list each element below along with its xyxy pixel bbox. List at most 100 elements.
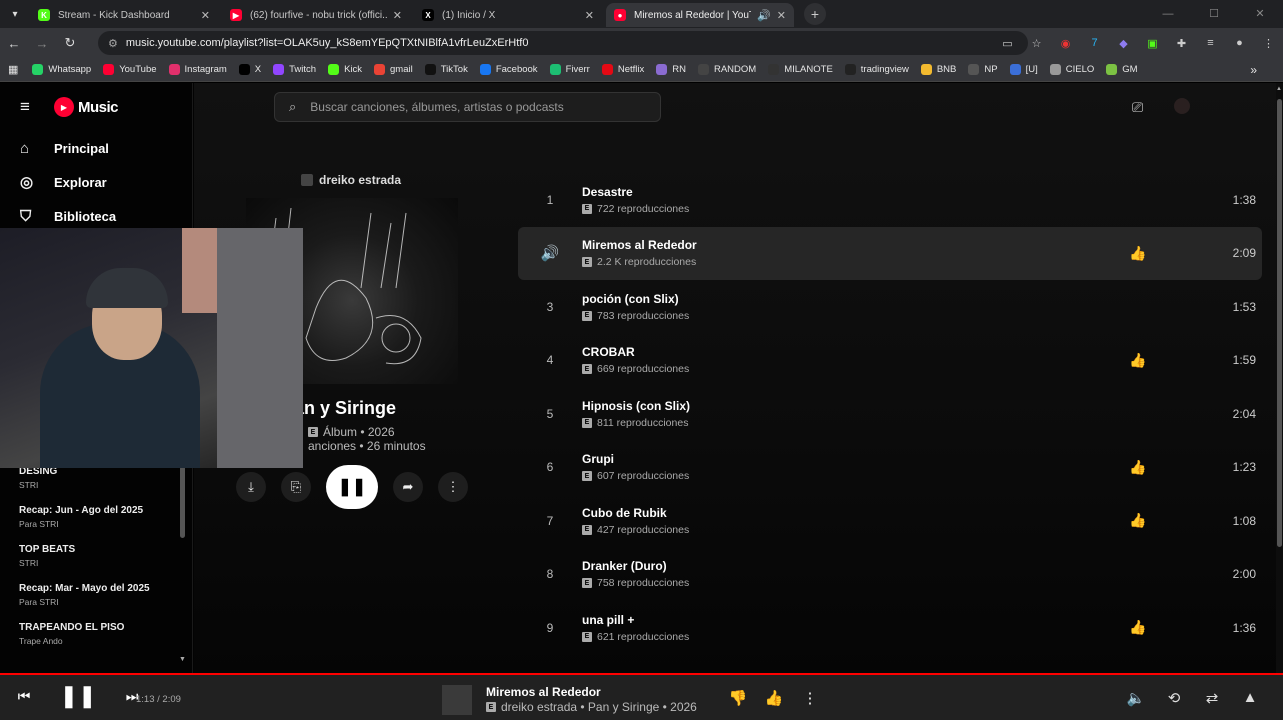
dislike-button[interactable]: 👎	[720, 689, 756, 707]
site-info-icon[interactable]: ⚙	[108, 37, 118, 50]
track-row[interactable]: 6 Grupi E 607 reproducciones 👍 1:23	[518, 441, 1262, 495]
media-controls-icon[interactable]: ≡	[1196, 37, 1225, 49]
tab-search-button[interactable]: ▾	[0, 0, 30, 28]
more-options-button[interactable]: ⋮	[792, 689, 828, 707]
bookmark-cielo[interactable]: CIELO	[1049, 64, 1094, 75]
expand-player-icon[interactable]: ▲	[1231, 689, 1269, 707]
now-playing-title[interactable]: Miremos al Rededor	[486, 685, 601, 699]
like-button[interactable]: 👍	[756, 689, 792, 707]
new-tab-button[interactable]: +	[804, 3, 826, 25]
bookmark-tiktok[interactable]: TikTok	[424, 64, 468, 75]
bookmark-milanote[interactable]: MILANOTE	[768, 64, 833, 75]
extension-purple-icon[interactable]: ◆	[1109, 37, 1138, 50]
track-row[interactable]: 5 Hipnosis (con Slix) E 811 reproducciones 2…	[518, 387, 1262, 441]
tab-close-icon[interactable]: ✕	[201, 9, 210, 22]
track-title[interactable]: CROBAR	[582, 345, 1124, 359]
track-row[interactable]: 9 una pill + E 621 reproducciones 👍 1:36	[518, 601, 1262, 655]
track-row[interactable]: 8 Dranker (Duro) E 758 reproducciones 2:00	[518, 548, 1262, 602]
track-row[interactable]: 7 Cubo de Rubik E 427 reproducciones 👍 1:08	[518, 494, 1262, 548]
track-row[interactable]: 🔊 Miremos al Rededor E 2.2 K reproducciones…	[518, 226, 1262, 280]
profile-avatar-icon[interactable]: ●	[1225, 37, 1254, 49]
previous-track-button[interactable]: ⏮	[12, 688, 36, 705]
now-playing-thumbnail[interactable]	[442, 685, 472, 715]
sidebar-item-explorar[interactable]: ◎ Explorar	[0, 165, 192, 199]
bookmark-whatsapp[interactable]: Whatsapp	[32, 64, 91, 75]
reload-button[interactable]: ↻	[56, 35, 84, 51]
sidebar-item-principal[interactable]: ⌂ Principal	[0, 131, 192, 165]
scroll-down-arrow-icon[interactable]: ▼	[179, 656, 186, 663]
track-row[interactable]: 1 Desastre E 722 reproducciones 1:38	[518, 173, 1262, 227]
bookmark-u[interactable]: [U]	[1009, 64, 1038, 75]
maximize-button[interactable]: ☐	[1191, 0, 1237, 28]
avatar[interactable]	[1174, 98, 1190, 114]
tab-close-icon[interactable]: ✕	[777, 9, 786, 22]
url-field[interactable]: ⚙ music.youtube.com/playlist?list=OLAK5u…	[98, 31, 1028, 55]
bookmark-tradingview[interactable]: tradingview	[844, 64, 909, 75]
track-like-icon[interactable]: 👍	[1124, 459, 1152, 476]
bookmark-gmail[interactable]: gmail	[374, 64, 413, 75]
volume-icon[interactable]: 🔈	[1117, 689, 1155, 707]
track-title[interactable]: poción (con Slix)	[582, 292, 1124, 306]
tab-audio-icon[interactable]: 🔊	[757, 9, 771, 22]
tab-1[interactable]: ▶ (62) fourfive - nobu trick (offici... ✕	[222, 3, 410, 27]
bookmark-bnb[interactable]: BNB	[920, 64, 956, 75]
extension-record-icon[interactable]: ◉	[1051, 37, 1080, 50]
track-title[interactable]: Miremos al Rededor	[582, 238, 1124, 252]
shuffle-icon[interactable]: ⇄	[1193, 689, 1231, 707]
tab-3[interactable]: ● Miremos al Rededor | YouTu... 🔊 ✕	[606, 3, 794, 27]
repeat-icon[interactable]: ⟲	[1155, 689, 1193, 707]
bookmark-twitch[interactable]: Twitch	[273, 64, 316, 75]
track-title[interactable]: Dranker (Duro)	[582, 559, 1124, 573]
tab-close-icon[interactable]: ✕	[585, 9, 594, 22]
tab-0[interactable]: K Stream - Kick Dashboard ✕	[30, 3, 218, 27]
forward-button[interactable]: →	[28, 36, 56, 51]
bookmark-random[interactable]: RANDOM	[697, 64, 756, 75]
bookmarks-more-button[interactable]: »	[1250, 63, 1257, 77]
track-row[interactable]: 3 poción (con Slix) E 783 reproducciones 1:5…	[518, 280, 1262, 334]
menu-icon[interactable]: ≡	[20, 97, 54, 117]
download-button[interactable]: ⤓	[236, 472, 266, 502]
tab-close-icon[interactable]: ✕	[393, 9, 402, 22]
minimize-button[interactable]: —	[1145, 0, 1191, 28]
sidebar-playlist-item[interactable]: TOP BEATS STRI	[19, 544, 179, 583]
install-app-icon[interactable]: ▭	[993, 37, 1022, 50]
track-like-icon[interactable]: 👍	[1124, 619, 1152, 636]
bookmark-fiverr[interactable]: Fiverr	[549, 64, 590, 75]
bookmark-np[interactable]: NP	[968, 64, 998, 75]
scroll-up-arrow-icon[interactable]: ▲	[1276, 86, 1282, 92]
bookmark-star-icon[interactable]: ☆	[1022, 37, 1051, 50]
pause-album-button[interactable]: ❚❚	[326, 465, 378, 509]
bookmark-instagram[interactable]: Instagram	[168, 64, 227, 75]
bookmark-kick[interactable]: Kick	[328, 64, 362, 75]
track-title[interactable]: Desastre	[582, 185, 1124, 199]
share-button[interactable]: ➦	[393, 472, 423, 502]
track-like-icon[interactable]: 👍	[1124, 352, 1152, 369]
save-to-library-button[interactable]: ⎘	[281, 472, 311, 502]
bookmark-youtube[interactable]: YouTube	[103, 64, 157, 75]
cast-icon[interactable]: ⎚	[1132, 99, 1143, 116]
album-artist[interactable]: dreiko estrada	[301, 173, 401, 187]
progress-bar[interactable]	[0, 673, 727, 675]
bookmark-rn[interactable]: RN	[656, 64, 686, 75]
browser-menu-icon[interactable]: ⋮	[1254, 37, 1283, 50]
more-options-button[interactable]: ⋮	[438, 472, 468, 502]
sidebar-playlist-item[interactable]: Recap: Mar - Mayo del 2025 Para STRI	[19, 583, 179, 622]
back-button[interactable]: ←	[0, 36, 28, 51]
track-title[interactable]: Cubo de Rubik	[582, 506, 1124, 520]
sidebar-playlist-item[interactable]: TRAPEANDO EL PISO Trape Ando	[19, 622, 179, 661]
track-like-icon[interactable]: 👍	[1124, 245, 1152, 262]
track-row[interactable]: 4 CROBAR E 669 reproducciones 👍 1:59	[518, 334, 1262, 388]
scrollbar-thumb[interactable]	[1277, 99, 1282, 547]
youtube-music-logo-icon[interactable]: ▶	[54, 97, 74, 117]
track-title[interactable]: Hipnosis (con Slix)	[582, 399, 1124, 413]
track-title[interactable]: Grupi	[582, 452, 1124, 466]
apps-grid-icon[interactable]: ▦	[8, 63, 18, 76]
pause-button[interactable]: ❚❚	[56, 683, 100, 709]
close-window-button[interactable]: ✕	[1237, 0, 1283, 28]
track-title[interactable]: una pill +	[582, 613, 1124, 627]
track-like-icon[interactable]: 👍	[1124, 512, 1152, 529]
tab-2[interactable]: X (1) Inicio / X ✕	[414, 3, 602, 27]
extension-7tv-icon[interactable]: 7	[1080, 37, 1109, 49]
bookmark-x[interactable]: X	[238, 64, 261, 75]
sidebar-playlist-item[interactable]: Recap: Jun - Ago del 2025 Para STRI	[19, 505, 179, 544]
